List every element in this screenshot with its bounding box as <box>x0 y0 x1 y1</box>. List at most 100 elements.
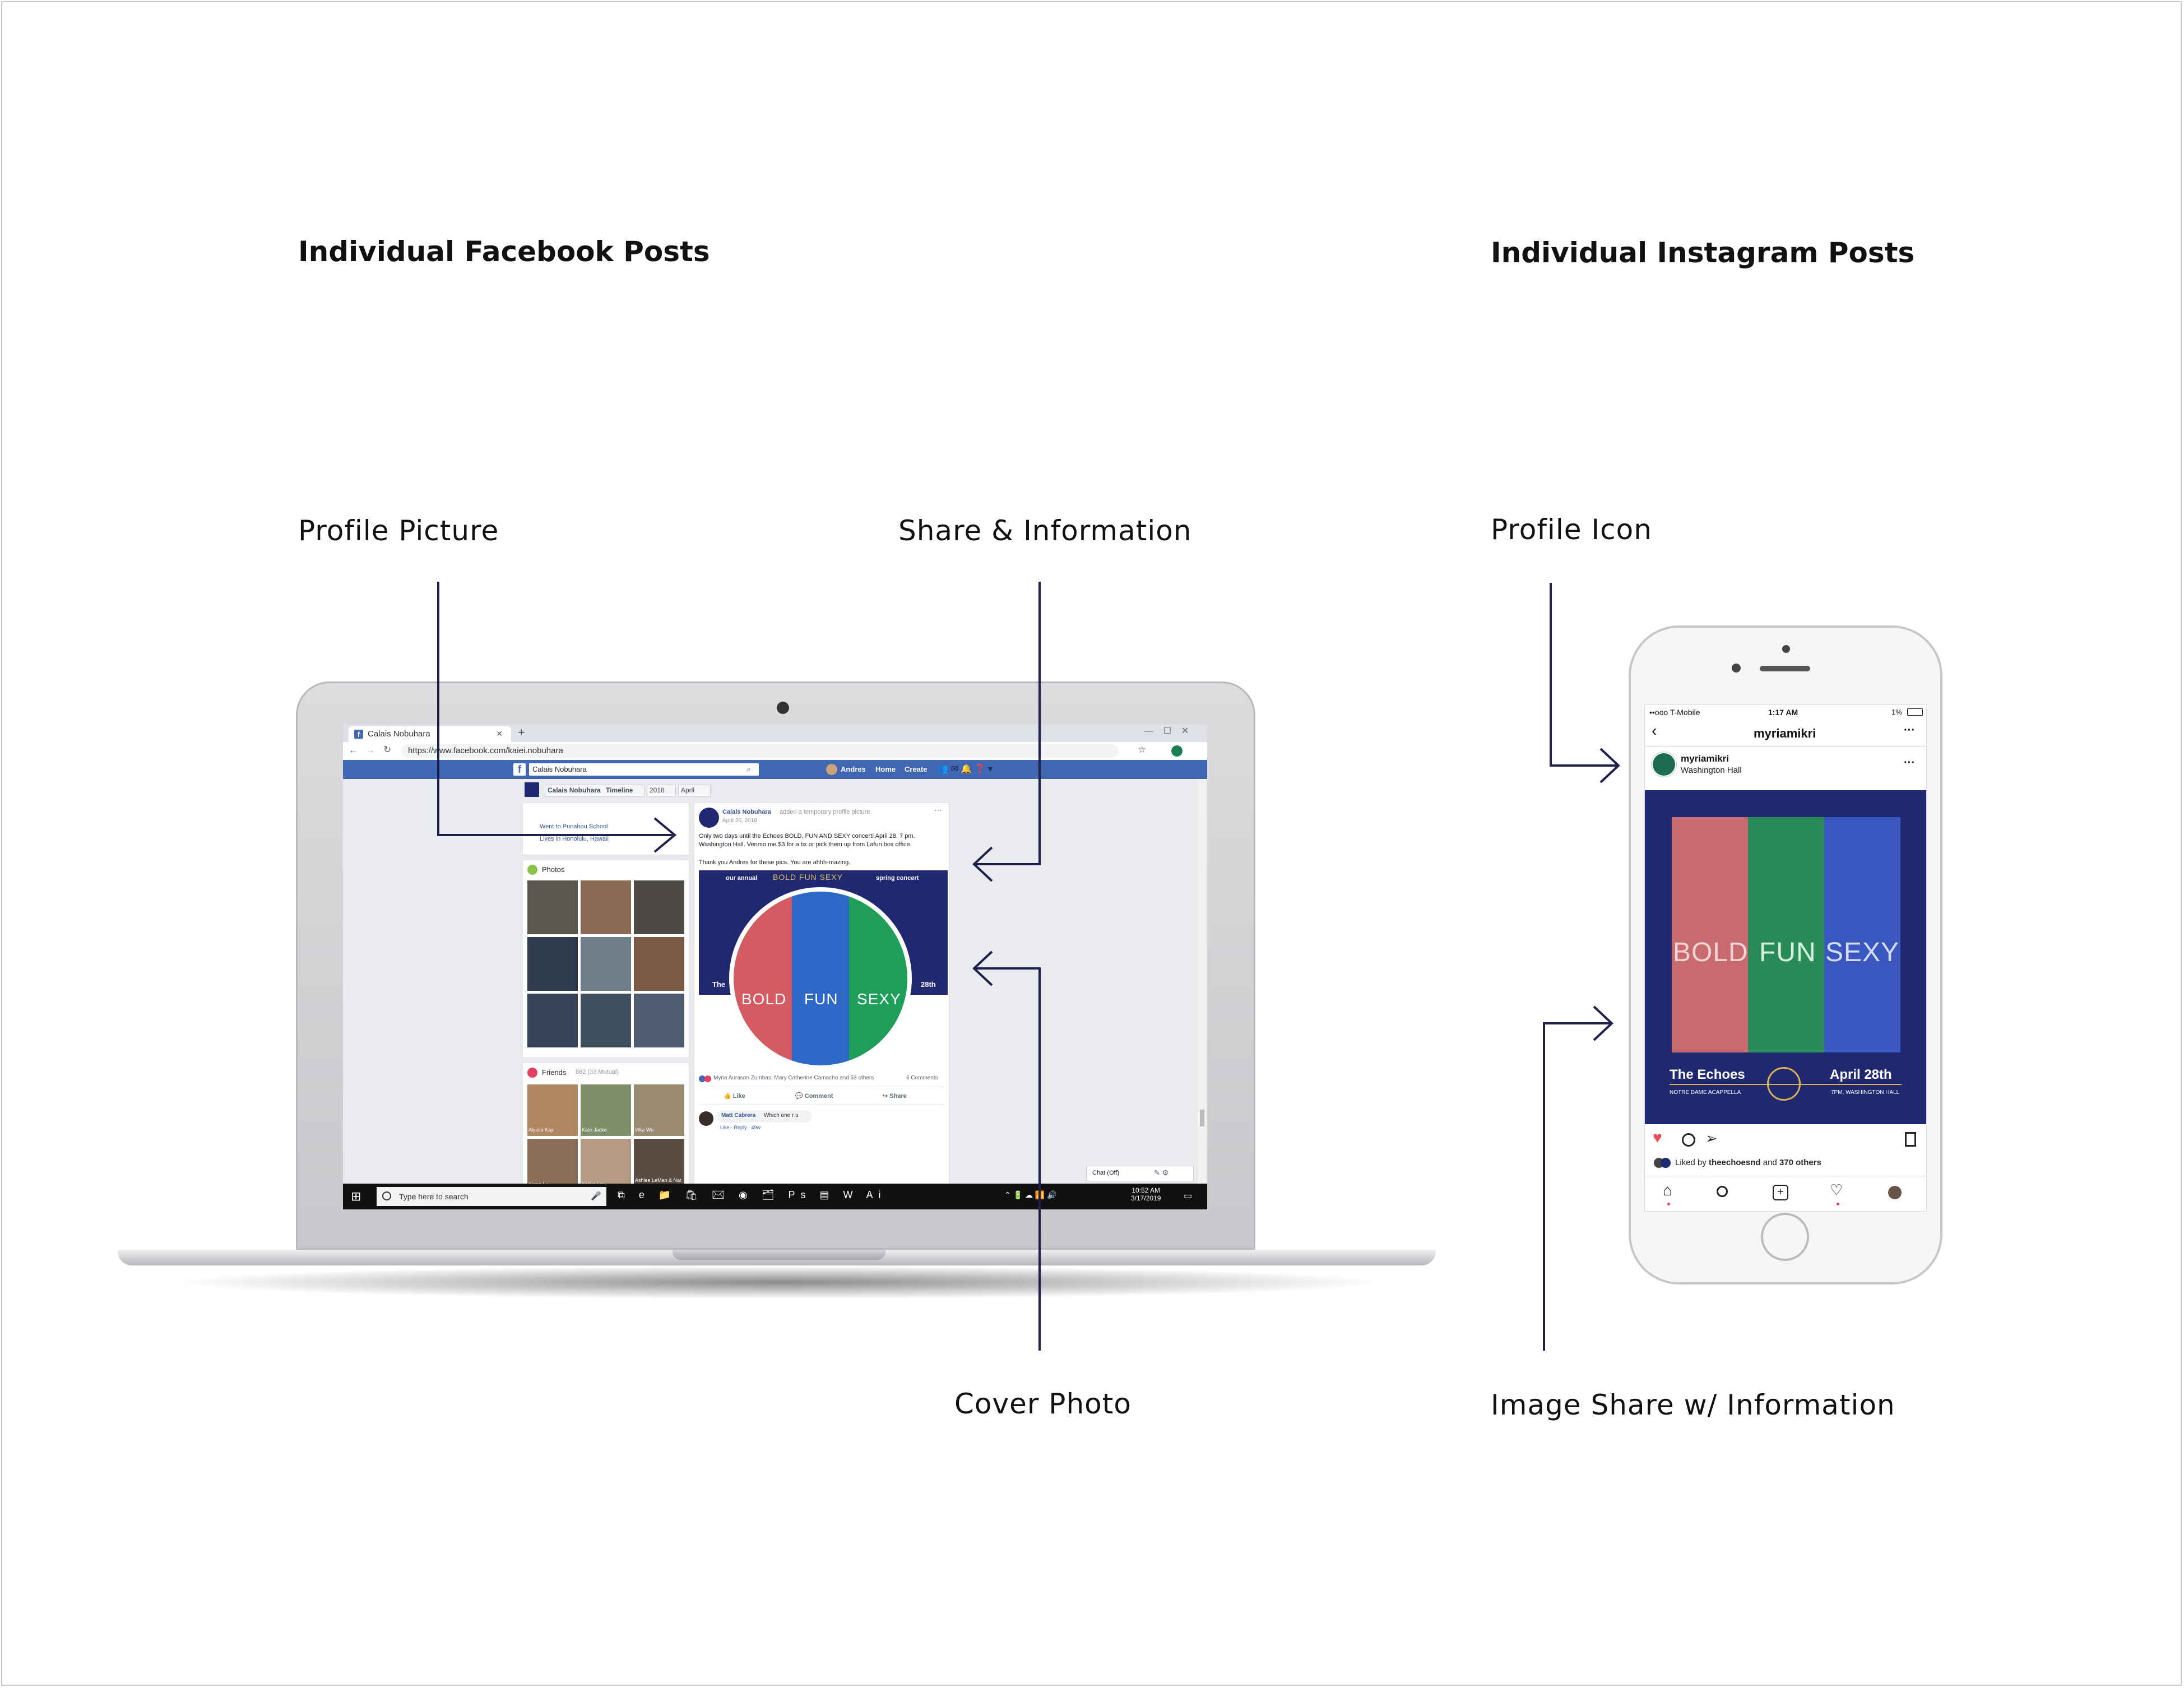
timeline-avatar[interactable] <box>525 782 539 797</box>
timeline-bar: Calais Nobuhara Timeline 2018 April <box>522 782 1027 798</box>
facebook-post: Calais Nobuhara added a temporary profil… <box>694 803 949 1209</box>
bookmark-star-icon[interactable]: ☆ <box>1138 744 1146 755</box>
windows-start-icon[interactable]: ⊞ <box>351 1189 361 1204</box>
home-icon[interactable]: ⌂ <box>1663 1181 1672 1199</box>
system-tray-icons[interactable]: ⌃ 🔋 ☁ 📶 🔊 <box>1004 1190 1057 1200</box>
profile-picture[interactable]: BOLD FUN SEXY <box>734 892 907 1065</box>
post-date[interactable]: April 26, 2018 <box>722 818 757 824</box>
new-post-icon[interactable]: + <box>1773 1185 1788 1200</box>
facebook-header: f Calais Nobuhara ⌕ Andres Home Create 👥… <box>343 760 1207 779</box>
cortana-icon <box>382 1191 391 1200</box>
post-more-icon[interactable]: ··· <box>934 805 942 814</box>
facebook-logo-icon[interactable]: f <box>513 763 526 776</box>
post-username[interactable]: myriamikri <box>1681 753 1729 764</box>
top-more-icon[interactable]: ··· <box>1904 724 1915 737</box>
comments-count[interactable]: 6 Comments <box>906 1075 938 1081</box>
intro-school[interactable]: Went to Punahou School <box>540 823 608 830</box>
nav-notification-icons[interactable]: 👥 ✉ 🔔 ❓ ▾ <box>937 763 993 775</box>
send-icon[interactable]: ➢ <box>1705 1130 1718 1147</box>
microphone-icon[interactable]: 🎤 <box>591 1191 601 1201</box>
back-icon[interactable]: ← <box>349 745 358 756</box>
post-location[interactable]: Washington Hall <box>1681 766 1742 775</box>
taskbar-app-icons[interactable]: ⧉ e 📁 🛍 ✉ ◉ 🗂 Ps ▤ W Ai <box>618 1189 887 1201</box>
photo-thumb[interactable] <box>634 937 684 991</box>
commenter-name[interactable]: Matt Cabrera <box>721 1112 755 1119</box>
photo-thumb[interactable] <box>527 880 578 934</box>
profile-tab-avatar[interactable] <box>1888 1186 1902 1199</box>
facebook-favicon-icon: f <box>354 730 363 739</box>
comment-actions[interactable]: Like · Reply · 49w <box>720 1125 761 1130</box>
photo-thumb[interactable] <box>581 880 631 934</box>
photos-label[interactable]: Photos <box>542 865 564 874</box>
battery-level: 1% <box>1891 708 1902 716</box>
photo-thumb[interactable] <box>581 937 631 991</box>
photo-thumb[interactable] <box>634 880 684 934</box>
liked-by[interactable]: Liked by theechoesnd and 370 others <box>1675 1158 1821 1167</box>
search-icon[interactable]: ⌕ <box>746 764 751 774</box>
back-chevron-icon[interactable]: ‹ <box>1652 722 1657 740</box>
scrollbar[interactable] <box>1198 779 1206 1184</box>
taskbar-search-input[interactable]: Type here to search 🎤 <box>377 1187 606 1206</box>
image-share-poster[interactable]: BOLD FUN SEXY The Echoes NOTRE DAME ACAP… <box>1645 790 1926 1124</box>
year-select[interactable]: 2018 <box>647 785 676 797</box>
share-button[interactable]: ↪ Share <box>883 1092 907 1100</box>
window-controls[interactable]: — ☐ ✕ <box>1144 725 1189 736</box>
scrollbar-thumb[interactable] <box>1200 1110 1204 1126</box>
forward-icon[interactable]: → <box>365 745 375 756</box>
facebook-search-input[interactable]: Calais Nobuhara ⌕ <box>529 763 759 776</box>
phone-speaker <box>1760 666 1810 671</box>
like-heart-icon[interactable]: ♥ <box>1653 1129 1662 1147</box>
poster-word: FUN <box>1759 938 1816 967</box>
action-center-icon[interactable]: ▭ <box>1184 1190 1192 1202</box>
friends-icon <box>527 1068 537 1078</box>
chat-options-icon[interactable]: ✎ ⚙ <box>1154 1168 1168 1177</box>
poster-panel-red <box>1672 817 1748 1052</box>
profile-avatar-icon[interactable] <box>1171 745 1183 757</box>
photos-card: Photos <box>522 860 689 1058</box>
notification-dot <box>1837 1203 1839 1205</box>
share-information-label: Share & Information <box>898 514 1192 547</box>
timeline-name-button[interactable]: Calais Nobuhara Timeline <box>545 785 644 797</box>
photo-thumb[interactable] <box>581 994 631 1047</box>
nav-home[interactable]: Home <box>875 765 896 773</box>
activity-heart-icon[interactable]: ♡ <box>1830 1181 1843 1199</box>
battery-icon <box>1907 708 1923 716</box>
comment-button[interactable]: 💬 Comment <box>795 1092 833 1100</box>
instagram-title: myriamikri <box>1754 726 1816 740</box>
taskbar-clock[interactable]: 10:52 AM 3/17/2019 <box>1131 1186 1161 1202</box>
tab-close-icon[interactable]: × <box>497 728 503 740</box>
post-author[interactable]: Calais Nobuhara <box>722 809 771 815</box>
poster-group-sub: NOTRE DAME ACAPPELLA <box>1670 1089 1741 1096</box>
month-select[interactable]: April <box>678 785 711 797</box>
nav-avatar[interactable] <box>826 764 837 775</box>
profile-icon[interactable] <box>1652 752 1676 777</box>
nav-create[interactable]: Create <box>905 765 927 773</box>
post-text-2: Thank you Andres for these pics. You are… <box>699 859 851 866</box>
like-button[interactable]: 👍 Like <box>724 1092 745 1100</box>
commenter-avatar[interactable] <box>699 1111 713 1126</box>
chat-bar[interactable]: Chat (Off) ✎ ⚙ <box>1086 1166 1194 1181</box>
tab-title: Calais Nobuhara <box>368 729 430 739</box>
comment-icon[interactable] <box>1682 1133 1695 1147</box>
browser-tab[interactable]: f Calais Nobuhara × <box>349 726 511 742</box>
new-tab-icon[interactable]: + <box>518 725 525 740</box>
photo-thumb[interactable] <box>527 994 578 1047</box>
photo-thumb[interactable] <box>527 937 578 991</box>
phone-home-button[interactable] <box>1761 1213 1809 1261</box>
notification-dot <box>1667 1203 1670 1205</box>
address-bar[interactable]: https://www.facebook.com/kaiei.nobuhara <box>401 744 1119 758</box>
nav-user[interactable]: Andres <box>841 765 866 773</box>
reactions-summary[interactable]: Myria Aurason Zumbas, Mary Catherine Cam… <box>713 1075 874 1081</box>
chat-label: Chat (Off) <box>1092 1170 1120 1176</box>
profile-icon-label: Profile Icon <box>1491 513 1652 546</box>
intro-location[interactable]: Lives in Honolulu, Hawaii <box>540 836 609 842</box>
post-author-avatar[interactable] <box>699 808 719 828</box>
photos-grid <box>527 880 684 1049</box>
reload-icon[interactable]: ↻ <box>383 744 391 755</box>
search-icon[interactable] <box>1717 1186 1728 1197</box>
friends-label[interactable]: Friends <box>542 1068 566 1077</box>
comment-bubble: Matt Cabrera Which one r u <box>717 1110 812 1123</box>
bookmark-icon[interactable] <box>1905 1132 1916 1147</box>
post-more-icon[interactable]: ··· <box>1904 757 1915 769</box>
photo-thumb[interactable] <box>634 994 684 1047</box>
